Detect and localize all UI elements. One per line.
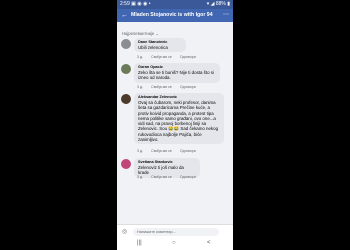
avatar[interactable]	[121, 159, 131, 169]
reply-link[interactable]: Одговори	[180, 149, 196, 153]
comment-text: Zeko šta se ti buniš? Nije ti dosta što …	[138, 70, 214, 81]
comment-sort-dropdown[interactable]: Најрелевантније ⌄	[122, 31, 159, 36]
reply-link[interactable]: Одговори	[180, 175, 196, 179]
like-link[interactable]: Свиђа ми се	[151, 149, 172, 153]
comment-time: 3 д.	[137, 85, 144, 89]
avatar[interactable]	[121, 64, 131, 74]
camera-icon[interactable]: ◎	[122, 228, 127, 235]
like-link[interactable]: Свиђа ми се	[151, 55, 172, 59]
reply-link[interactable]: Одговори	[180, 55, 196, 59]
comment-time: 3 д.	[137, 149, 144, 153]
commenter-name[interactable]: Svetlana Stankovic	[138, 160, 196, 164]
post-header: ← Mladen Stojanovic is with Igor 94 ⋯	[117, 9, 233, 22]
like-link[interactable]: Свиђа ми се	[151, 85, 172, 89]
commenter-name[interactable]: Dane Stanoievic	[138, 40, 182, 44]
commenter-name[interactable]: Aleksandar Zelenovic	[138, 95, 220, 99]
comment-bubble[interactable]: Aleksandar Zelenovic Ovaj sa ćubarom, ne…	[134, 93, 224, 145]
comment-time: 3 д.	[137, 55, 144, 59]
back-icon[interactable]: <	[207, 240, 211, 246]
avatar[interactable]	[121, 39, 131, 49]
comment-time: 3 д.	[137, 175, 144, 179]
comment-input[interactable]: Напишите коментар...	[133, 228, 219, 236]
phone-screen: 2:59 ▣ ◉ ◉ • ▾ ◢ 88% ▮ ← Mladen Stojanov…	[117, 0, 233, 250]
comment-text: Zelenoviz ti još malo da krade	[138, 165, 184, 176]
post-title[interactable]: Mladen Stojanovic is with Igor 94	[131, 9, 213, 22]
home-icon[interactable]: ○	[172, 240, 176, 246]
like-link[interactable]: Свиђа ми се	[151, 175, 172, 179]
comment-actions: 3 д. Свиђа ми се Одговори	[137, 55, 203, 59]
comment-text: Ovaj sa ćubarom, neki profesor, danima š…	[138, 100, 219, 143]
avatar[interactable]	[121, 94, 131, 104]
status-time: 2:59 ▣ ◉ ◉ •	[120, 1, 151, 7]
comment-actions: 3 д. Свиђа ми се Одговори	[137, 175, 203, 179]
recent-apps-icon[interactable]: |||	[137, 240, 142, 246]
comment-actions: 3 д. Свиђа ми се Одговори	[137, 149, 203, 153]
comment-bubble[interactable]: Dane Stanoievic Ubili zelenorica	[134, 38, 186, 53]
android-nav-bar: ||| ○ <	[117, 238, 233, 250]
commenter-name[interactable]: Goran Opacic	[138, 65, 216, 69]
comment-composer: ◎ Напишите коментар...	[117, 224, 233, 239]
status-bar: 2:59 ▣ ◉ ◉ • ▾ ◢ 88% ▮	[117, 0, 233, 9]
comment-bubble[interactable]: Goran Opacic Zeko šta se ti buniš? Nije …	[134, 63, 220, 83]
comment-actions: 3 д. Свиђа ми се Одговори	[137, 85, 203, 89]
more-icon[interactable]: ⋯	[223, 9, 229, 22]
comment-text: Ubili zelenorica	[138, 45, 168, 50]
status-icons: ▾ ◢ 88% ▮	[206, 1, 230, 7]
reply-link[interactable]: Одговори	[180, 85, 196, 89]
back-arrow-icon[interactable]: ←	[121, 9, 128, 22]
